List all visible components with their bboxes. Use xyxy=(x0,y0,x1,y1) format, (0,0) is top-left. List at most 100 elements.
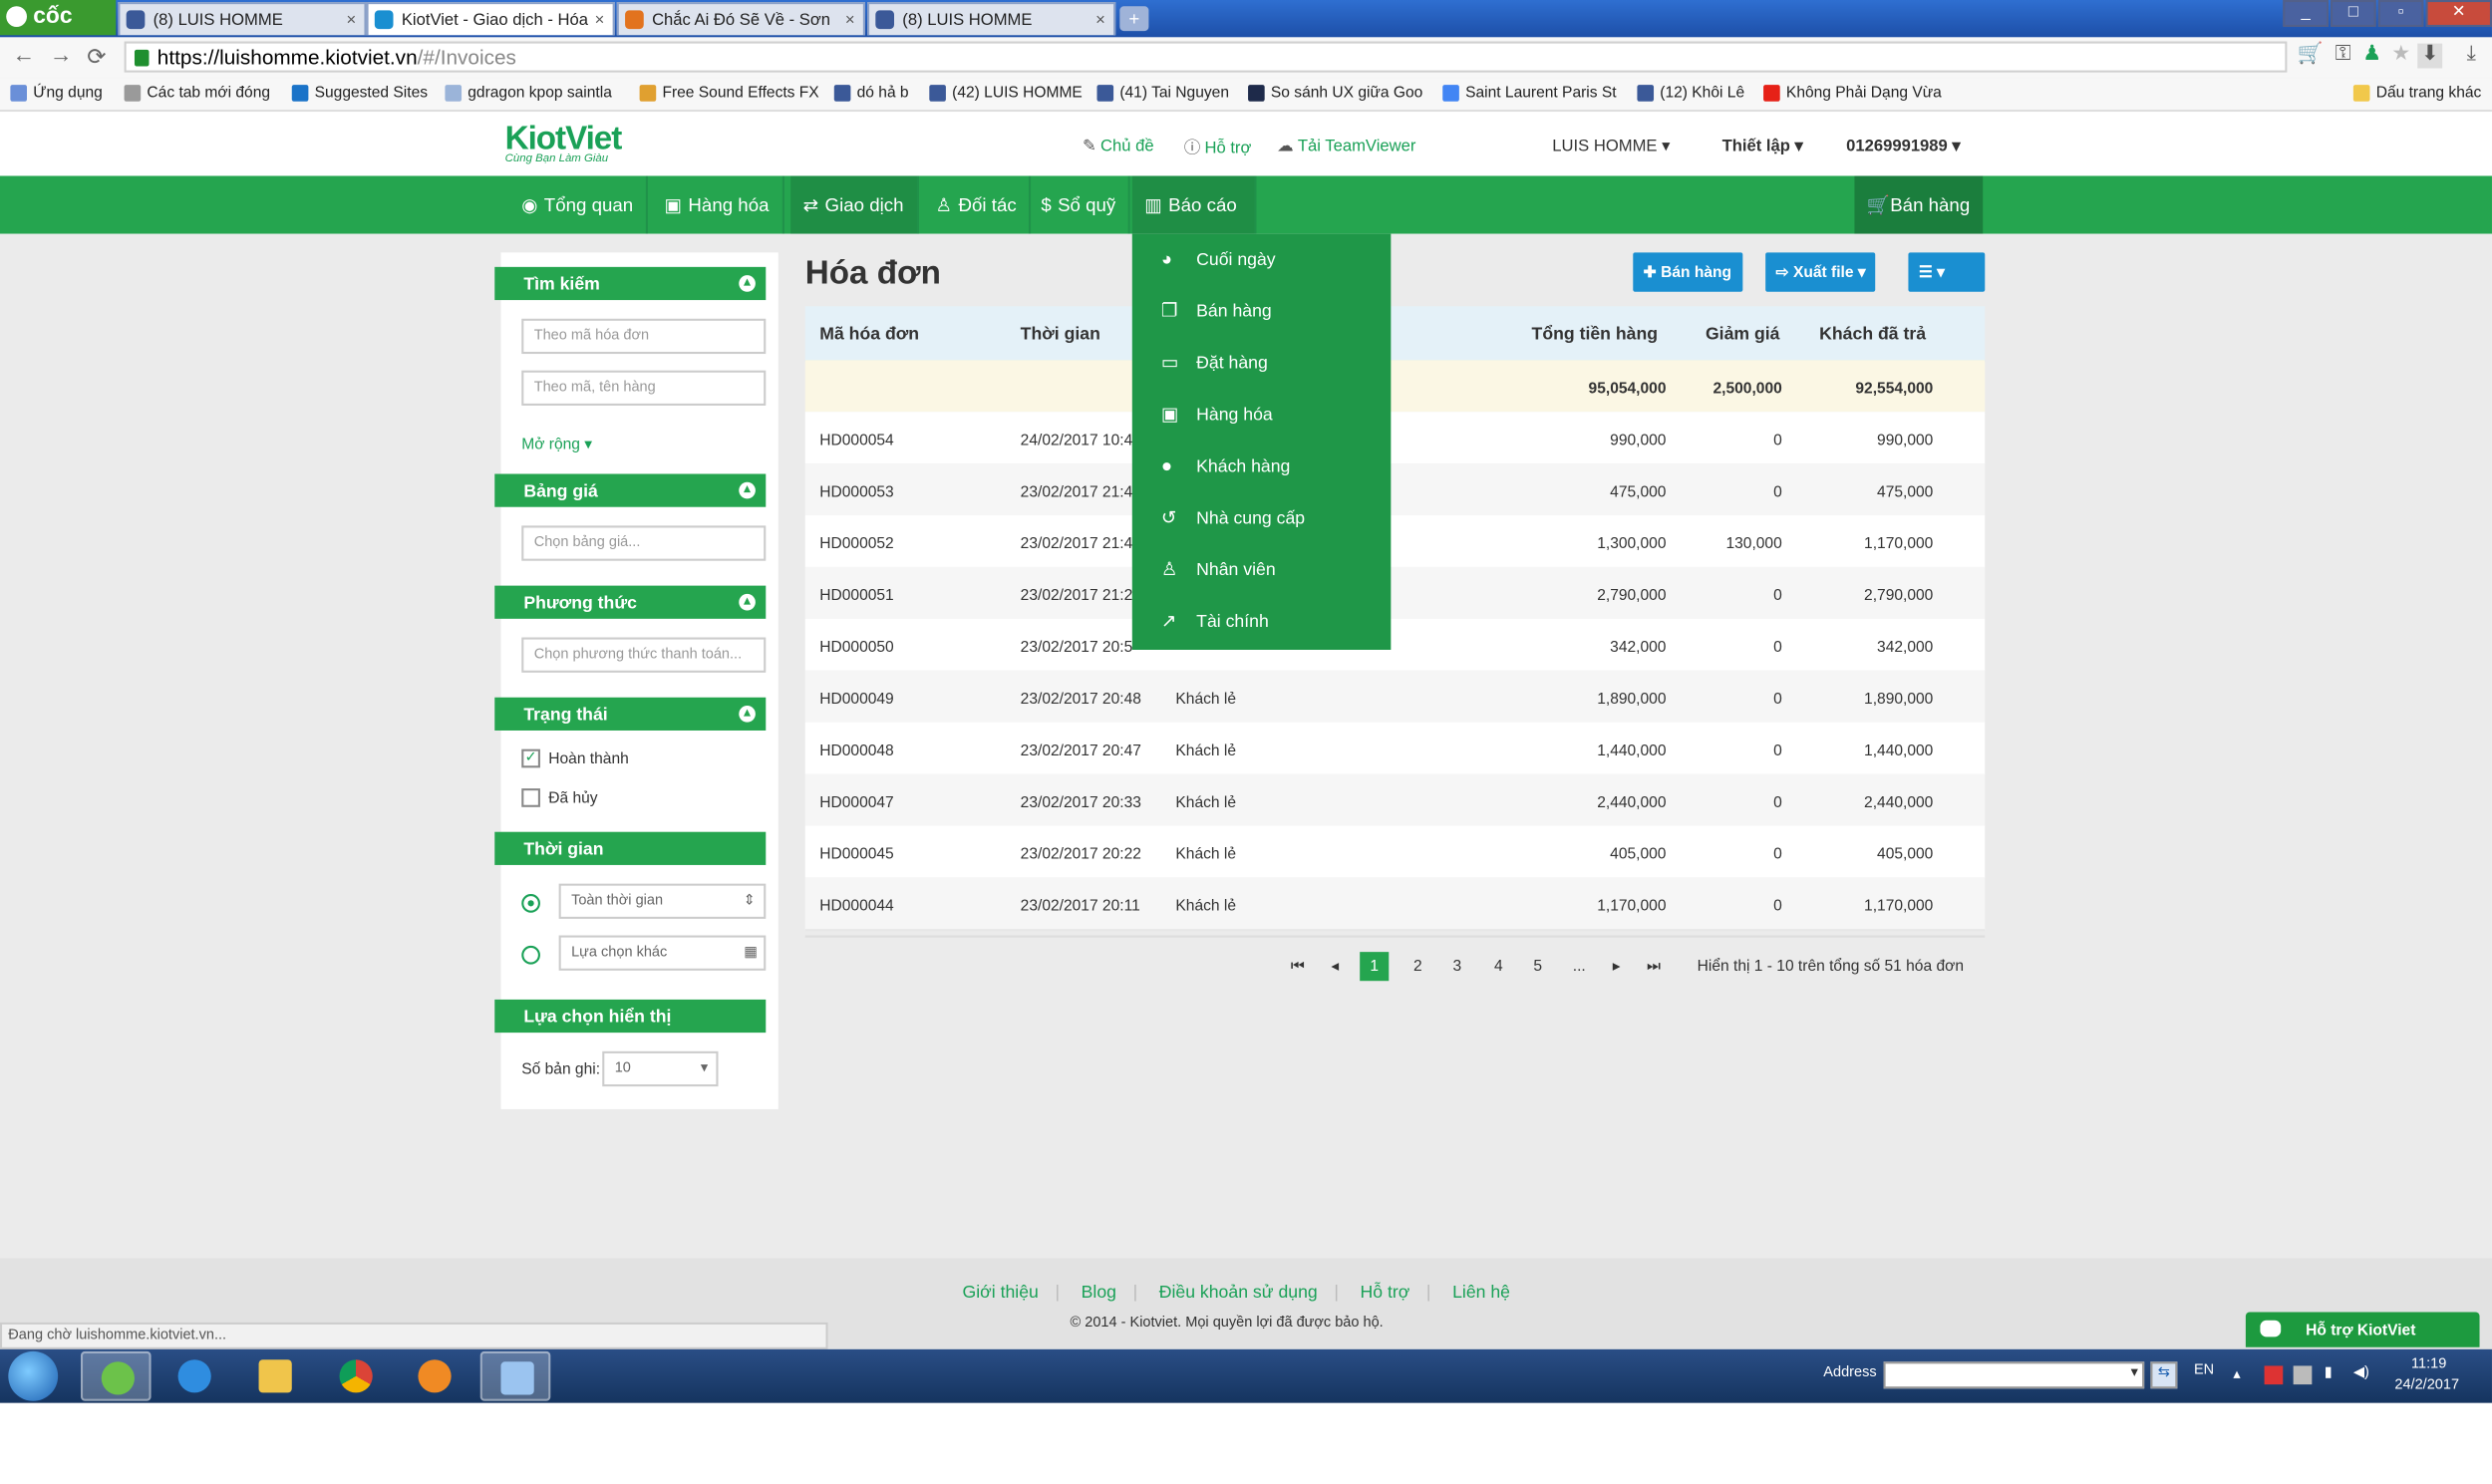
column-options-button[interactable]: ☰ ▾ xyxy=(1908,252,1986,292)
key-icon[interactable]: ⚿ xyxy=(2331,44,2355,69)
url-field[interactable]: https://luishomme.kiotviet.vn/#/Invoices xyxy=(124,41,2288,73)
last-page-button[interactable]: ⏭ xyxy=(1640,952,1669,981)
bookmark-suggested[interactable]: Suggested Sites xyxy=(291,83,428,102)
page-3-button[interactable]: 3 xyxy=(1442,952,1471,981)
table-row[interactable]: HD000045 23/02/2017 20:22 Khách lẻ 405,000 0… xyxy=(804,825,1986,880)
footer-terms-link[interactable]: Điều khoản sử dụng xyxy=(1159,1281,1318,1302)
bookmark-gdragon[interactable]: gdragon kpop saintla xyxy=(445,83,612,102)
menu-item-customers[interactable]: ● Khách hàng xyxy=(1132,441,1392,492)
clock-date[interactable]: 24/2/2017 xyxy=(2394,1378,2459,1393)
page-4-button[interactable]: 4 xyxy=(1484,952,1513,981)
teamviewer-link[interactable]: ☁ Tải TeamViewer xyxy=(1277,137,1415,155)
page-2-button[interactable]: 2 xyxy=(1403,952,1432,981)
table-row[interactable]: HD000049 23/02/2017 20:48 Khách lẻ 1,890,00… xyxy=(804,670,1986,725)
restore-button[interactable]: □ xyxy=(2331,0,2376,27)
bookmark-ux[interactable]: So sánh UX giữa Goo xyxy=(1248,83,1422,102)
taskbar-explorer[interactable] xyxy=(240,1351,311,1401)
invoice-code-input[interactable]: Theo mã hóa đơn xyxy=(521,318,767,355)
phone-menu[interactable]: 01269991989 ▾ xyxy=(1846,137,1961,155)
taskbar-ie[interactable] xyxy=(159,1351,230,1401)
network-error-icon[interactable] xyxy=(2293,1365,2313,1385)
first-page-button[interactable]: ⏮ xyxy=(1283,952,1312,981)
help-link[interactable]: ⓘ Hỗ trợ xyxy=(1184,137,1252,159)
taskbar-media[interactable] xyxy=(400,1351,470,1401)
volume-icon[interactable]: ◀) xyxy=(2353,1363,2369,1380)
col-time[interactable]: Thời gian xyxy=(1021,323,1100,344)
cart-extension-icon[interactable]: 🛒 xyxy=(2298,44,2324,69)
bookmark-other[interactable]: Dấu trang khác xyxy=(2352,83,2481,102)
bookmark-google[interactable]: Saint Laurent Paris St xyxy=(1442,83,1617,102)
browser-logo[interactable]: cốc cốc xyxy=(0,0,117,64)
download-icon[interactable]: ⤓ xyxy=(2459,44,2484,69)
time-all-radio[interactable] xyxy=(521,894,540,913)
bookmark-sound[interactable]: Free Sound Effects FX xyxy=(639,83,819,102)
expand-link[interactable]: Mở rộng ▾ xyxy=(521,435,592,453)
collapse-icon[interactable]: ▴ xyxy=(739,593,756,611)
records-per-page-select[interactable]: 10 ▾ xyxy=(602,1050,719,1087)
search-panel-header[interactable]: Tìm kiếm ▴ xyxy=(494,266,767,301)
footer-contact-link[interactable]: Liên hệ xyxy=(1452,1281,1510,1302)
payment-method-panel-header[interactable]: Phương thức ▴ xyxy=(494,585,767,619)
settings-menu[interactable]: Thiết lập ▾ xyxy=(1722,137,1803,155)
bookmark-fb-2[interactable]: (42) LUIS HOMME xyxy=(929,83,1083,102)
back-icon[interactable]: ← xyxy=(12,44,35,69)
menu-item-end-of-day[interactable]: ◕ Cuối ngày xyxy=(1132,234,1392,286)
table-row[interactable]: HD000048 23/02/2017 20:47 Khách lẻ 1,440,00… xyxy=(804,722,1986,776)
taskbar-address-input[interactable]: ▾ xyxy=(1883,1361,2145,1389)
theme-link[interactable]: ✎ Chủ đề xyxy=(1083,137,1154,155)
close-icon[interactable]: × xyxy=(346,4,356,35)
menu-item-sales[interactable]: ❐ Bán hàng xyxy=(1132,286,1392,338)
taskbar-paint[interactable] xyxy=(479,1350,551,1401)
collapse-icon[interactable]: ▴ xyxy=(739,275,756,292)
table-row[interactable]: HD000044 23/02/2017 20:11 Khách lẻ 1,170,00… xyxy=(804,877,1986,932)
language-indicator[interactable]: EN xyxy=(2194,1363,2214,1378)
bookmark-star-icon[interactable]: ★ xyxy=(2388,44,2413,69)
bookmark-apps[interactable]: Ứng dụng xyxy=(10,83,103,102)
bookmark-fb-3[interactable]: (41) Tai Nguyen xyxy=(1096,83,1229,102)
maximize-button[interactable]: ▫ xyxy=(2377,0,2424,27)
table-row[interactable]: HD000050 23/02/2017 20:5 342,000 0 342,000 xyxy=(804,618,1986,673)
user-menu[interactable]: LUIS HOMME ▾ xyxy=(1552,137,1670,155)
menu-item-suppliers[interactable]: ↺ Nhà cung cấp xyxy=(1132,492,1392,544)
prev-page-button[interactable]: ◂ xyxy=(1321,952,1350,981)
nav-cashbook[interactable]: $ Sổ quỹ xyxy=(1029,175,1130,234)
nav-transactions[interactable]: ⇄ Giao dịch xyxy=(790,175,919,234)
nav-sell-button[interactable]: 🛒Bán hàng xyxy=(1854,175,1983,234)
minimize-button[interactable]: _ xyxy=(2283,0,2329,27)
taskbar-go-button[interactable]: ⇆ xyxy=(2150,1361,2178,1389)
col-invoice-code[interactable]: Mã hóa đơn xyxy=(819,323,919,344)
clock-time[interactable]: 11:19 xyxy=(2411,1357,2446,1372)
start-button[interactable] xyxy=(8,1350,59,1401)
nav-partners[interactable]: ♙ Đối tác xyxy=(923,175,1032,234)
footer-support-link[interactable]: Hỗ trợ xyxy=(1360,1281,1409,1302)
menu-item-orders[interactable]: ▭ Đặt hàng xyxy=(1132,337,1392,389)
forward-icon[interactable]: → xyxy=(50,44,73,69)
time-other-radio[interactable] xyxy=(521,945,540,965)
nav-reports[interactable]: ▥ Báo cáo xyxy=(1131,175,1257,234)
payment-method-select[interactable]: Chọn phương thức thanh toán... xyxy=(521,637,767,673)
android-icon[interactable]: ♟ xyxy=(2359,44,2384,69)
table-row[interactable]: HD000053 23/02/2017 21:4 475,000 0 475,000 xyxy=(804,463,1986,518)
time-all-select[interactable]: Toàn thời gian ⇕ xyxy=(558,883,767,919)
new-tab-button[interactable]: + xyxy=(1119,6,1149,32)
table-row[interactable]: HD000052 23/02/2017 21:4 1,300,000 130,000 1… xyxy=(804,515,1986,570)
menu-item-products[interactable]: ▣ Hàng hóa xyxy=(1132,389,1392,441)
antivirus-icon[interactable] xyxy=(2264,1365,2284,1385)
menu-item-employees[interactable]: ♙ Nhân viên xyxy=(1132,544,1392,596)
taskbar-chrome[interactable] xyxy=(321,1351,392,1401)
product-search-input[interactable]: Theo mã, tên hàng xyxy=(521,370,767,406)
taskbar-coccoc[interactable] xyxy=(80,1350,152,1401)
signal-icon[interactable]: ▮ xyxy=(2325,1363,2333,1380)
nav-overview[interactable]: ◉ Tổng quan xyxy=(509,175,648,234)
collapse-icon[interactable]: ▴ xyxy=(739,481,756,499)
footer-about-link[interactable]: Giới thiệu xyxy=(963,1281,1039,1302)
bookmark-youtube[interactable]: Không Phải Dạng Vừa xyxy=(1763,83,1942,102)
menu-item-finance[interactable]: ↗ Tài chính xyxy=(1132,596,1392,648)
tab-luishomme-2[interactable]: (8) LUIS HOMME × xyxy=(867,2,1116,36)
collapse-icon[interactable]: ▴ xyxy=(739,706,756,723)
bookmark-fb-4[interactable]: (12) Khôi Lê xyxy=(1637,83,1744,102)
nav-products[interactable]: ▣ Hàng hóa xyxy=(652,175,784,234)
time-other-select[interactable]: Lựa chọn khác ▦ xyxy=(558,935,767,971)
page-1-button[interactable]: 1 xyxy=(1360,952,1390,982)
status-panel-header[interactable]: Trạng thái ▴ xyxy=(494,697,767,731)
